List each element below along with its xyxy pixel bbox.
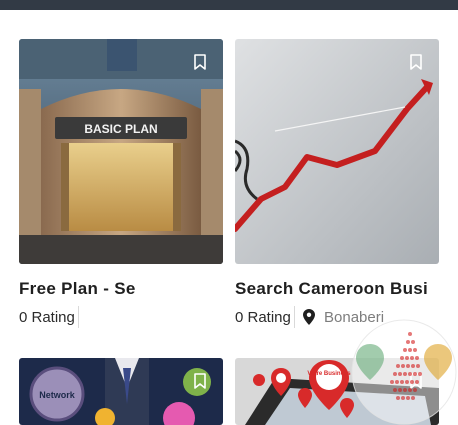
meta-divider [294,306,295,328]
bookmark-icon[interactable] [191,53,209,71]
listing-image-network[interactable]: Network [19,358,223,425]
listing-title[interactable]: Free Plan - Se [19,279,229,299]
network-label: Network [39,390,76,400]
top-bar [0,0,458,10]
bookmark-icon[interactable] [191,372,209,390]
bookmark-icon[interactable] [407,53,425,71]
basic-plan-sign: BASIC PLAN [84,122,157,136]
listing-image-growth-chart[interactable] [235,39,439,264]
growth-chart-illustration [235,39,439,264]
meta-divider [78,306,79,328]
map-pin-icon [303,309,315,325]
watermark-logo [351,319,457,425]
listing-image-basic-plan[interactable]: BASIC PLAN [19,39,223,264]
listing-title[interactable]: Search Cameroon Busi [235,279,458,299]
listing-rating: 0 Rating [19,309,75,326]
basic-plan-illustration: BASIC PLAN [19,39,223,264]
network-illustration: Network [19,358,223,425]
listing-rating: 0 Rating [235,309,291,326]
votre-business-label: Votre Business [307,371,351,377]
